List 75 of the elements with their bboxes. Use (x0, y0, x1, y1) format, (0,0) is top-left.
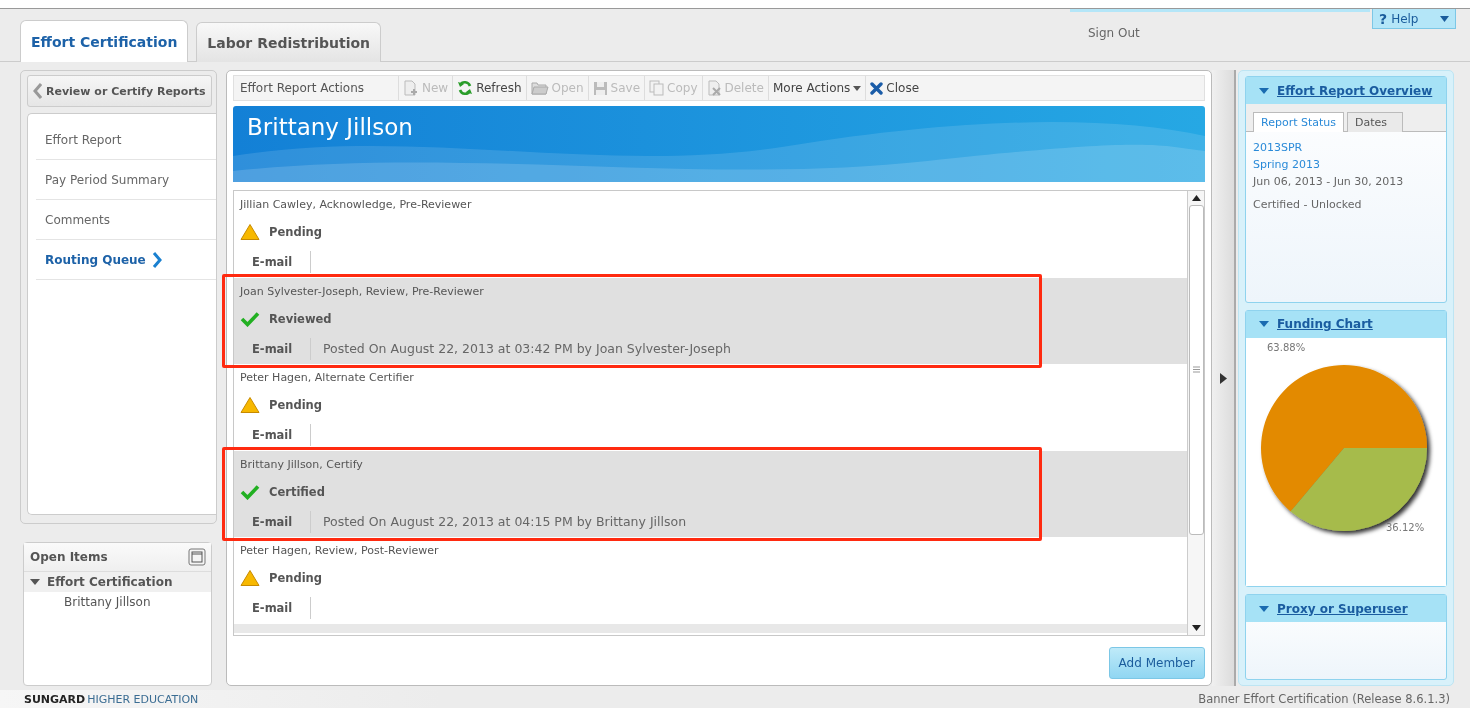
grip-icon (1192, 366, 1200, 374)
status-text: Pending (269, 225, 322, 239)
caret-icon (1440, 15, 1449, 22)
company-logo: SUNGARD HIGHER EDUCATION (24, 692, 199, 706)
app-tab[interactable]: Effort Certification (20, 20, 189, 62)
caret-icon (30, 578, 40, 587)
warning-icon (240, 396, 260, 414)
caret-icon (853, 85, 862, 91)
caret-icon (1259, 605, 1269, 612)
delete-document-icon (706, 80, 722, 96)
folder-icon (530, 81, 549, 95)
term-link[interactable]: Spring 2013 (1253, 156, 1439, 173)
release-text: Banner Effort Certification (Release 8.6.1.3) (1198, 692, 1450, 706)
caret-icon (1259, 321, 1269, 328)
status-text: Pending (269, 571, 322, 585)
close-icon (870, 81, 884, 95)
member-role-text: Brittany Jillson, Certify (240, 456, 364, 472)
person-name-heading: Brittany Jillson (247, 114, 413, 140)
email-link[interactable]: E-mail (240, 424, 311, 446)
panel-title: Open Items (30, 550, 108, 565)
term-link[interactable]: 2013SPR (1253, 139, 1439, 156)
scroll-thumb[interactable] (1188, 205, 1204, 535)
warning-icon (240, 223, 260, 241)
posted-text: Posted On August 22, 2013 at 04:15 PM by Brittany Jillson (322, 514, 687, 529)
refresh-icon (457, 80, 474, 96)
close-button[interactable]: Close (865, 76, 924, 100)
status-text: Reviewed (269, 311, 332, 326)
status-text: Pending (269, 398, 322, 412)
caret-icon (1259, 87, 1269, 94)
email-link[interactable]: E-mail (240, 251, 311, 273)
menu-button[interactable]: More Actions (767, 76, 866, 100)
section-header[interactable]: Funding Chart (1246, 310, 1446, 338)
help-button[interactable]: ? Help (1372, 9, 1456, 29)
refresh-button[interactable]: Refresh (452, 76, 526, 100)
new-document-icon (403, 80, 419, 96)
member-role-text: Joan Sylvester-Joseph, Review, Pre-Reviewer (240, 283, 485, 299)
sidebar-item[interactable]: Routing Queue (36, 240, 216, 280)
app-tab[interactable]: Labor Redistribution (196, 22, 382, 62)
tree-item[interactable]: Brittany Jillson (24, 592, 211, 610)
sign-out-link[interactable]: Sign Out (1088, 26, 1140, 40)
sidebar-item[interactable]: Effort Report (36, 120, 216, 160)
report-status-text: Certified - Unlocked (1253, 197, 1363, 213)
sidebar-item[interactable]: Pay Period Summary (36, 160, 216, 200)
email-link[interactable]: E-mail (240, 510, 311, 533)
data-label: 63.88% (1267, 341, 1306, 353)
add-member-button[interactable]: Add Member (1108, 647, 1205, 679)
panel-tab[interactable]: Dates (1347, 112, 1403, 132)
back-button[interactable]: Review or Certify Reports (27, 75, 212, 107)
data-label: 36.12% (1386, 521, 1425, 533)
panel-tab[interactable]: Report Status (1253, 112, 1344, 132)
tree-group[interactable]: Effort Certification (24, 572, 211, 593)
scrollbar[interactable] (1187, 191, 1204, 635)
member-role-text: Peter Hagen, Alternate Certifier (240, 370, 415, 385)
check-icon (240, 310, 260, 327)
email-link[interactable]: E-mail (240, 337, 311, 360)
expand-arrow-icon (1219, 372, 1227, 384)
posted-text: Posted On August 22, 2013 at 03:42 PM by Joan Sylvester-Joseph (322, 341, 731, 356)
date-range-text: Jun 06, 2013 - Jun 30, 2013 (1253, 174, 1405, 190)
chevron-left-icon (33, 83, 42, 99)
copy-icon (649, 80, 665, 96)
status-text: Certified (269, 484, 325, 499)
scroll-up-icon[interactable] (1191, 195, 1201, 201)
section-header[interactable]: Effort Report Overview (1246, 77, 1446, 104)
member-role-text: Jillian Cawley, Acknowledge, Pre-Reviewer (240, 197, 473, 212)
check-icon (240, 483, 260, 500)
warning-icon (240, 569, 260, 587)
sidebar-item[interactable]: Comments (36, 200, 216, 240)
window-icon[interactable] (188, 548, 206, 567)
chevron-right-icon (151, 251, 162, 268)
section-header[interactable]: Proxy or Superuser (1246, 595, 1446, 623)
email-link[interactable]: E-mail (240, 597, 311, 619)
toolbar-title: Effort Report Actions (239, 81, 366, 95)
collapse-strip[interactable] (1212, 70, 1236, 686)
scroll-down-icon[interactable] (1191, 625, 1201, 631)
member-role-text: Peter Hagen, Review, Post-Reviewer (240, 543, 440, 558)
